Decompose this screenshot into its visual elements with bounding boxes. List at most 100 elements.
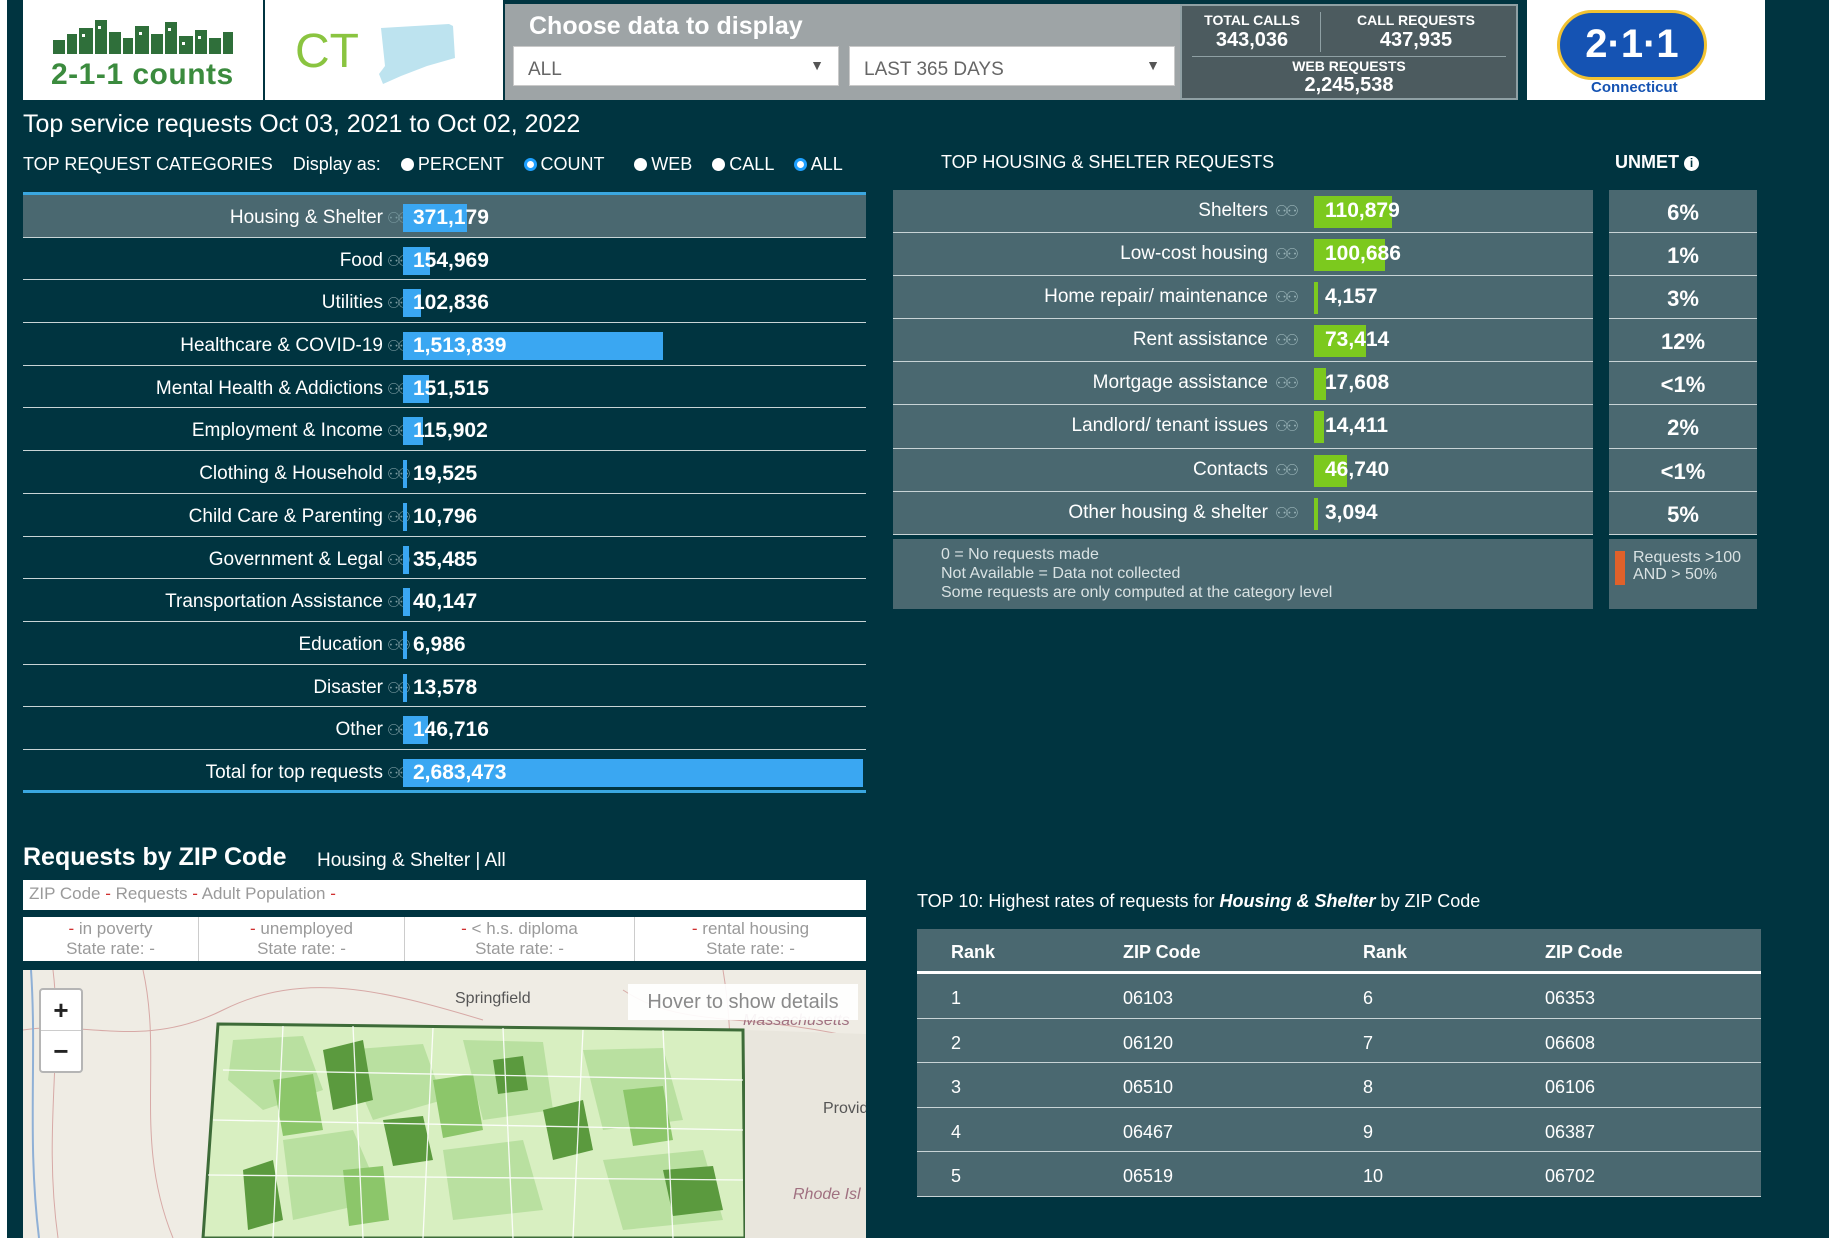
dash: - [105,884,111,903]
category-bar [403,673,407,702]
count-radio[interactable] [523,158,537,171]
chevron-down-icon: ▼ [810,57,824,73]
people-icon[interactable]: ⚇⚇ [1275,288,1299,306]
unmet-legend-swatch [1615,551,1625,585]
zip-cell: 06103 [1123,988,1174,1008]
period-select[interactable]: LAST 365 DAYS ▼ [849,46,1175,86]
category-label: Disaster [313,676,383,698]
category-row[interactable]: Utilities ⚇⚇ 102,836 [23,280,866,324]
housing-label: Rent assistance [1132,329,1268,351]
call-requests-label: CALL REQUESTS [1357,12,1475,28]
table-row[interactable]: 2 06120 7 06608 [917,1018,1761,1063]
dash: - [249,919,256,938]
housing-row[interactable]: Other housing & shelter ⚇⚇ 3,094 [893,492,1593,535]
category-row[interactable]: Government & Legal ⚇⚇ 35,485 [23,537,866,580]
unmet-legend-text: Requests >100 AND > 50% [1633,549,1741,583]
category-row[interactable]: Transportation Assistance ⚇⚇ 40,147 [23,579,866,622]
info-icon[interactable]: i [1684,156,1700,171]
zip-demographics-bar: - in poverty State rate: - - unemployed … [23,917,866,961]
zip-cell: 06120 [1123,1032,1174,1053]
people-icon[interactable]: ⚇⚇ [1275,245,1299,263]
call-radio[interactable] [712,158,726,171]
zip-code-map[interactable]: Springfield Massachusetts Provid Rhode I… [23,970,866,1238]
total-calls-value: 343,036 [1215,29,1289,51]
table-row[interactable]: 3 06510 8 06106 [917,1063,1761,1108]
category-select[interactable]: ALL ▼ [513,46,839,86]
top10-title-suffix: by ZIP Code [1380,891,1481,911]
unmet-value: 5% [1609,492,1757,535]
web-radio[interactable] [634,158,648,171]
chevron-down-icon: ▼ [1146,57,1160,73]
housing-row[interactable]: Home repair/ maintenance ⚇⚇ 4,157 [893,276,1593,320]
category-row[interactable]: Clothing & Household ⚇⚇ 19,525 [23,451,866,494]
demographic-label: in poverty [78,919,153,938]
call-requests-value: 437,935 [1379,29,1453,51]
category-row[interactable]: Healthcare & COVID-19 ⚇⚇ 1,513,839 [23,323,866,366]
people-icon[interactable]: ⚇⚇ [1275,504,1299,522]
display-controls: TOP REQUEST CATEGORIES Display as: PERCE… [23,154,843,175]
housing-row[interactable]: Low-cost housing ⚇⚇ 100,686 [893,233,1593,277]
category-row[interactable]: Education ⚇⚇ 6,986 [23,622,866,665]
column-header-zip: ZIP Code [1545,942,1623,962]
people-icon[interactable]: ⚇⚇ [1275,202,1299,220]
housing-label: Shelters [1198,200,1268,221]
category-row[interactable]: Other ⚇⚇ 146,716 [23,707,866,750]
unmet-list: 6% 1% 3% 12% <1% 2% <1% 5% [1609,190,1757,535]
table-row[interactable]: 5 06519 10 06702 [917,1152,1761,1197]
category-value: 146,716 [413,718,489,742]
map-label-springfield: Springfield [455,990,531,1007]
all-radio[interactable] [793,158,807,171]
unmet-label: UNMET [1615,152,1679,172]
count-radio-label[interactable]: COUNT [541,154,605,174]
zoom-in-button[interactable]: + [41,990,81,1030]
people-icon[interactable]: ⚇⚇ [1275,374,1299,392]
category-row[interactable]: Total for top requests ⚇⚇ 2,683,473 [23,750,866,793]
housing-row[interactable]: Landlord/ tenant issues ⚇⚇ 14,411 [893,405,1593,449]
top10-title: TOP 10: Highest rates of requests for Ho… [917,891,1480,912]
section-label: TOP REQUEST CATEGORIES [23,154,273,174]
table-row[interactable]: 4 06467 9 06387 [917,1107,1761,1152]
category-label: Utilities [321,292,383,314]
housing-label: Low-cost housing [1120,243,1268,265]
category-row[interactable]: Child Care & Parenting ⚇⚇ 10,796 [23,494,866,537]
category-row[interactable]: Mental Health & Addictions ⚇⚇ 151,515 [23,366,866,409]
housing-row[interactable]: Mortgage assistance ⚇⚇ 17,608 [893,362,1593,406]
211-connecticut-logo[interactable]: 2·1·1 Connecticut [1527,0,1765,100]
top10-table: Rank ZIP Code Rank ZIP Code 1 06103 6 06353… [917,929,1761,1197]
category-row[interactable]: Disaster ⚇⚇ 13,578 [23,665,866,708]
zoom-out-button[interactable]: − [41,1030,81,1071]
rank-cell: 5 [951,1166,962,1186]
request-categories-list: Housing & Shelter ⚇⚇ 371,179 Food ⚇⚇ 154,969 U… [23,192,866,793]
table-row[interactable]: 1 06103 6 06353 [917,974,1761,1019]
category-row[interactable]: Housing & Shelter ⚇⚇ 371,179 [23,195,866,238]
demographic-label: < h.s. diploma [471,919,578,938]
category-row[interactable]: Food ⚇⚇ 154,969 [23,238,866,281]
category-row[interactable]: Employment & Income ⚇⚇ 115,902 [23,408,866,452]
housing-value: 110,879 [1325,199,1400,222]
call-stats-panel: TOTAL CALLS 343,036 CALL REQUESTS 437,93… [1180,4,1518,100]
people-icon[interactable]: ⚇⚇ [1275,461,1299,479]
zip-section-subtitle: Housing & Shelter | All [317,850,506,871]
percent-radio-label[interactable]: PERCENT [418,154,504,174]
housing-value: 14,411 [1325,414,1389,438]
period-select-value: LAST 365 DAYS [864,59,1004,80]
category-label: Mental Health & Addictions [155,377,383,399]
data-filter-panel: Choose data to display ALL ▼ LAST 365 DA… [505,4,1180,100]
category-value: 13,578 [413,675,478,699]
211-counts-logo[interactable]: 2-1-1 counts [23,0,263,100]
web-radio-label[interactable]: WEB [651,154,692,174]
all-radio-label[interactable]: ALL [811,154,843,174]
call-radio-label[interactable]: CALL [729,154,773,174]
people-icon[interactable]: ⚇⚇ [1275,417,1299,435]
housing-row[interactable]: Shelters ⚇⚇ 110,879 [893,190,1593,234]
housing-row[interactable]: Contacts ⚇⚇ 46,740 [893,449,1593,492]
map-hover-hint: Hover to show details [628,984,858,1020]
people-icon[interactable]: ⚇⚇ [1275,331,1299,349]
housing-row[interactable]: Rent assistance ⚇⚇ 73,414 [893,319,1593,363]
category-value: 19,525 [413,462,478,486]
category-value: 6,986 [413,632,466,656]
category-label: Healthcare & COVID-19 [180,335,383,357]
housing-notes: 0 = No requests made Not Available = Dat… [893,539,1593,609]
rank-cell: 9 [1363,1121,1374,1142]
percent-radio[interactable] [400,158,414,171]
